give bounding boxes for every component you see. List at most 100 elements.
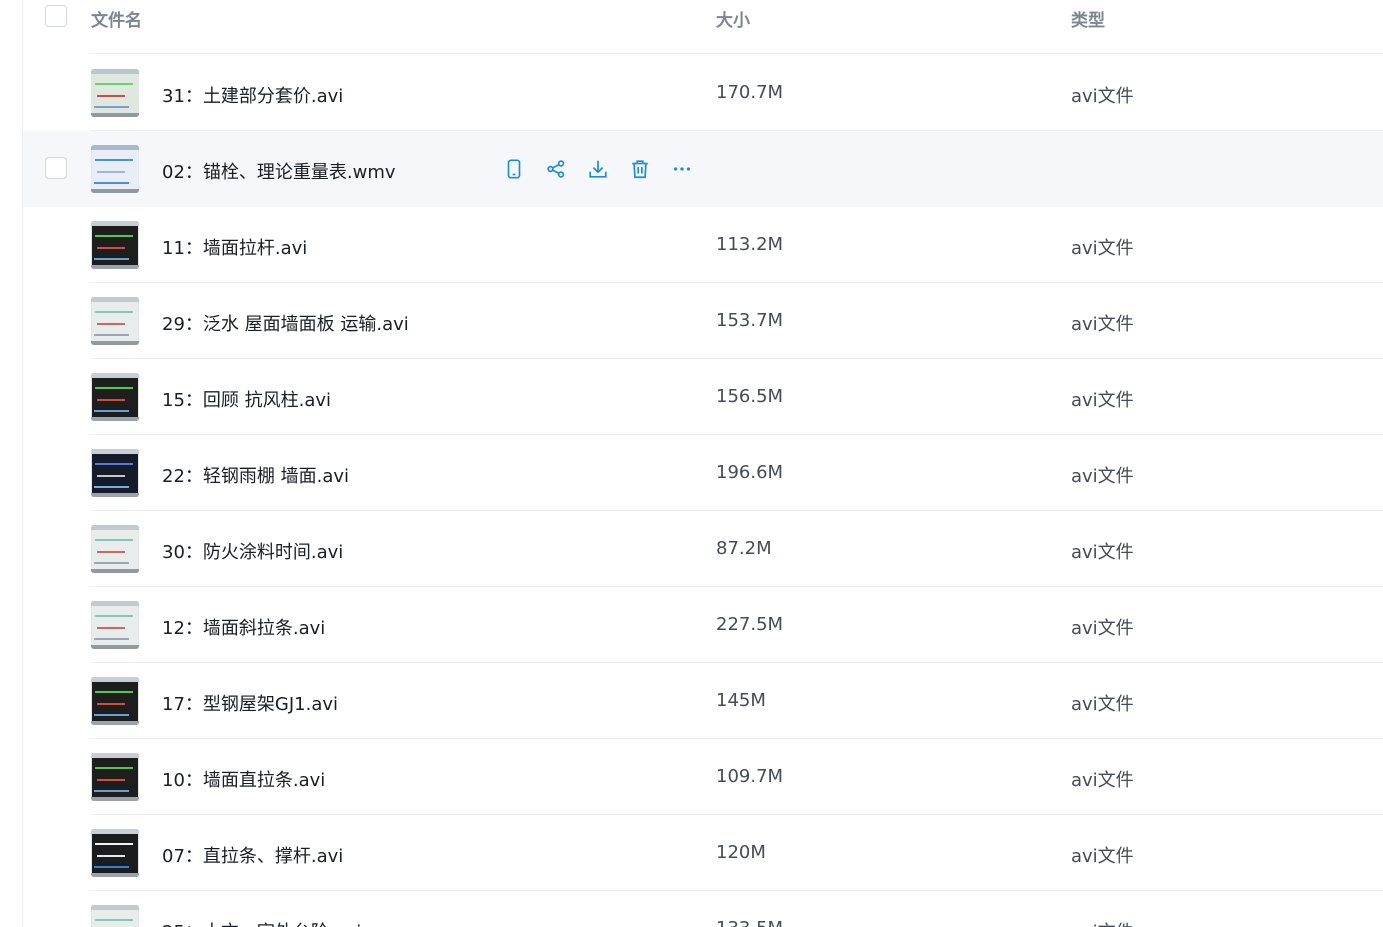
- file-row[interactable]: 17：型钢屋架GJ1.avi 145M avi文件: [23, 663, 1383, 739]
- video-thumbnail[interactable]: [91, 449, 139, 497]
- thumb-line: [94, 182, 129, 184]
- thumb-line: [95, 387, 133, 389]
- thumb-toolbar: [91, 905, 139, 910]
- thumb-line: [97, 171, 125, 173]
- thumb-statusbar: [91, 493, 139, 497]
- file-name[interactable]: 07：直拉条、撑杆.avi: [162, 842, 343, 868]
- file-size: 227.5M: [716, 614, 784, 635]
- video-thumbnail[interactable]: [91, 297, 139, 345]
- file-type: avi文件: [1071, 314, 1134, 335]
- file-list-page: 文件名 大小 类型 31：土建部分套价.avi 170.7M avi文件 02：锚栓、…: [0, 0, 1383, 927]
- file-size: 145M: [716, 690, 766, 711]
- thumb-statusbar: [91, 797, 139, 801]
- video-thumbnail[interactable]: [91, 525, 139, 573]
- file-row[interactable]: 25：十方、室外台阶.avi 133.5M avi文件: [23, 891, 1383, 927]
- file-row[interactable]: 31：土建部分套价.avi 170.7M avi文件: [23, 55, 1383, 131]
- file-name[interactable]: 15：回顾 抗风柱.avi: [162, 386, 331, 412]
- thumb-line: [94, 714, 129, 716]
- file-row[interactable]: 15：回顾 抗风柱.avi 156.5M avi文件: [23, 359, 1383, 435]
- file-row[interactable]: 12：墙面斜拉条.avi 227.5M avi文件: [23, 587, 1383, 663]
- share-action-button[interactable]: [543, 156, 569, 182]
- thumb-statusbar: [91, 189, 139, 193]
- file-row[interactable]: 29：泛水 屋面墙面板 运输.avi 153.7M avi文件: [23, 283, 1383, 359]
- thumb-line: [95, 919, 133, 921]
- video-thumbnail[interactable]: [91, 905, 139, 927]
- thumb-line: [95, 539, 133, 541]
- file-size: 113.2M: [716, 234, 784, 255]
- header-type[interactable]: 类型: [1071, 6, 1105, 31]
- video-thumbnail[interactable]: [91, 677, 139, 725]
- trash-icon: [629, 158, 651, 180]
- header-size[interactable]: 大小: [716, 6, 750, 31]
- video-thumbnail[interactable]: [91, 221, 139, 269]
- file-rows: 31：土建部分套价.avi 170.7M avi文件 02：锚栓、理论重量表.wmv 1…: [23, 55, 1383, 927]
- file-name[interactable]: 25：十方、室外台阶.avi: [162, 918, 361, 927]
- file-row[interactable]: 30：防火涂料时间.avi 87.2M avi文件: [23, 511, 1383, 587]
- file-name[interactable]: 29：泛水 屋面墙面板 运输.avi: [162, 310, 409, 336]
- thumb-line: [95, 463, 133, 465]
- thumb-line: [95, 843, 133, 845]
- download-icon: [587, 158, 609, 180]
- thumb-line: [94, 638, 129, 640]
- download-action-button[interactable]: [585, 156, 611, 182]
- header-filename[interactable]: 文件名: [91, 6, 142, 31]
- file-list-header: 文件名 大小 类型: [23, 0, 1383, 55]
- video-thumbnail[interactable]: [91, 373, 139, 421]
- file-row[interactable]: 22：轻钢雨棚 墙面.avi 196.6M avi文件: [23, 435, 1383, 511]
- header-divider: [91, 53, 1383, 54]
- file-row[interactable]: 10：墙面直拉条.avi 109.7M avi文件: [23, 739, 1383, 815]
- share-icon: [545, 158, 567, 180]
- thumb-line: [95, 767, 133, 769]
- video-thumbnail[interactable]: [91, 829, 139, 877]
- trash-action-button[interactable]: [627, 156, 653, 182]
- file-row[interactable]: 11：墙面拉杆.avi 113.2M avi文件: [23, 207, 1383, 283]
- file-type: avi文件: [1071, 466, 1134, 487]
- file-name[interactable]: 12：墙面斜拉条.avi: [162, 614, 325, 640]
- thumb-statusbar: [91, 341, 139, 345]
- thumb-toolbar: [91, 449, 139, 454]
- row-checkbox[interactable]: [45, 157, 67, 179]
- file-size: 196.6M: [716, 462, 784, 483]
- select-all-checkbox[interactable]: [45, 5, 67, 27]
- thumb-statusbar: [91, 721, 139, 725]
- file-name[interactable]: 02：锚栓、理论重量表.wmv: [162, 158, 396, 184]
- phone-action-button[interactable]: [501, 156, 527, 182]
- thumb-line: [94, 866, 129, 868]
- file-name[interactable]: 17：型钢屋架GJ1.avi: [162, 690, 338, 716]
- file-type: avi文件: [1071, 694, 1134, 715]
- file-type: avi文件: [1071, 86, 1134, 107]
- video-thumbnail[interactable]: [91, 69, 139, 117]
- file-type: avi文件: [1071, 390, 1134, 411]
- file-name[interactable]: 31：土建部分套价.avi: [162, 82, 343, 108]
- file-name[interactable]: 30：防火涂料时间.avi: [162, 538, 343, 564]
- thumb-line: [95, 159, 133, 161]
- thumb-line: [94, 486, 129, 488]
- file-type: avi文件: [1071, 542, 1134, 563]
- thumb-toolbar: [91, 677, 139, 682]
- file-name[interactable]: 22：轻钢雨棚 墙面.avi: [162, 462, 349, 488]
- thumb-line: [95, 615, 133, 617]
- file-type: avi文件: [1071, 618, 1134, 639]
- thumb-toolbar: [91, 145, 139, 150]
- video-thumbnail[interactable]: [91, 601, 139, 649]
- thumb-line: [97, 399, 125, 401]
- thumb-line: [95, 83, 133, 85]
- thumb-toolbar: [91, 601, 139, 606]
- thumb-line: [94, 106, 129, 108]
- file-name[interactable]: 10：墙面直拉条.avi: [162, 766, 325, 792]
- thumb-toolbar: [91, 221, 139, 226]
- video-thumbnail[interactable]: [91, 145, 139, 193]
- thumb-line: [97, 247, 125, 249]
- thumb-line: [97, 323, 125, 325]
- more-action-button[interactable]: [669, 156, 695, 182]
- file-row[interactable]: 02：锚栓、理论重量表.wmv: [23, 131, 1383, 207]
- thumb-line: [94, 258, 129, 260]
- file-row[interactable]: 07：直拉条、撑杆.avi 120M avi文件: [23, 815, 1383, 891]
- thumb-line: [97, 95, 125, 97]
- file-type: avi文件: [1071, 238, 1134, 259]
- file-size: 109.7M: [716, 766, 784, 787]
- file-type: avi文件: [1071, 770, 1134, 791]
- thumb-line: [95, 691, 133, 693]
- video-thumbnail[interactable]: [91, 753, 139, 801]
- file-name[interactable]: 11：墙面拉杆.avi: [162, 234, 307, 260]
